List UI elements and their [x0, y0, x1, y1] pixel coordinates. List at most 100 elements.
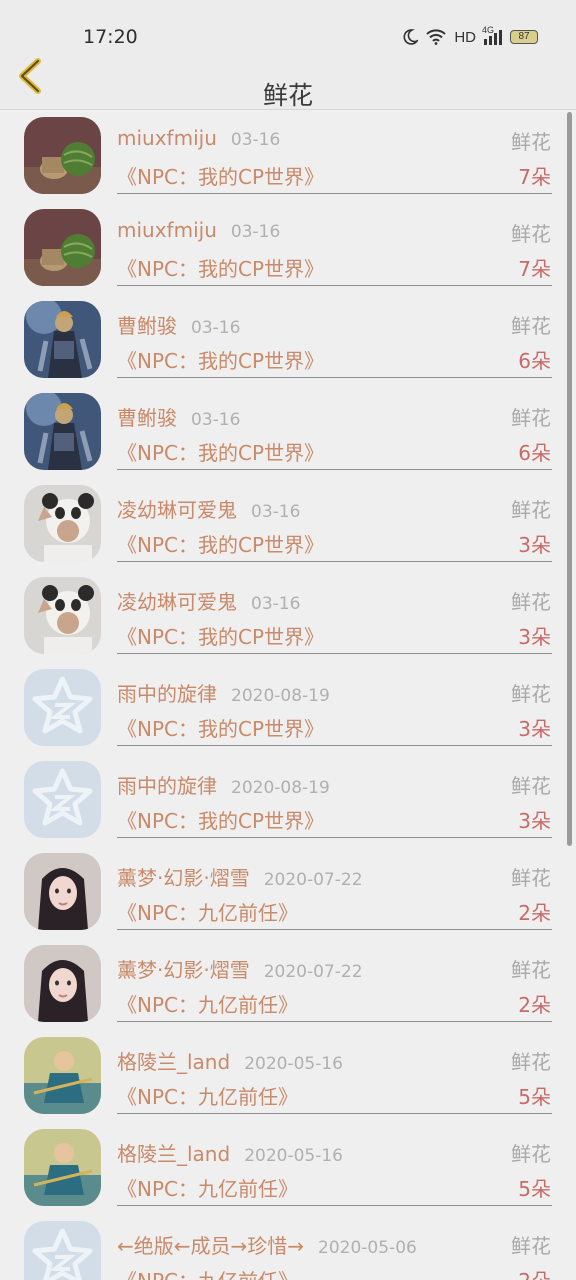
avatar-default[interactable] — [24, 669, 101, 746]
divider — [117, 929, 552, 930]
status-time: 17:20 — [83, 26, 138, 48]
game-title: 《NPC：我的CP世界》 — [117, 533, 325, 557]
sender-name[interactable]: miuxfmiju 03-16 — [117, 126, 280, 150]
sender-name[interactable]: 格陵兰_land 2020-05-16 — [117, 1138, 343, 1167]
game-title: 《NPC：九亿前任》 — [117, 901, 298, 925]
avatar-girl[interactable] — [24, 853, 101, 930]
sender-name[interactable]: 曹鲋骏 03-16 — [117, 310, 240, 339]
avatar-melon[interactable] — [24, 117, 101, 194]
page-title: 鲜花 — [262, 81, 313, 110]
divider — [117, 285, 552, 286]
game-title: 《NPC：我的CP世界》 — [117, 717, 325, 741]
avatar-girl[interactable] — [24, 945, 101, 1022]
sender-name[interactable]: 凌幼琳可爱鬼 03-16 — [117, 586, 300, 615]
sender-username[interactable]: 雨中的旋律 — [117, 682, 217, 706]
game-title: 《NPC：我的CP世界》 — [117, 257, 325, 281]
gift-date: 2020-07-22 — [263, 962, 363, 982]
sender-name[interactable]: 薰梦·幻影·熠雪 2020-07-22 — [117, 954, 363, 983]
gift-record-row[interactable]: 凌幼琳可爱鬼 03-16 鲜花 《NPC：我的CP世界》 3朵 — [0, 572, 576, 664]
wifi-icon — [426, 29, 447, 45]
sender-username[interactable]: 凌幼琳可爱鬼 — [117, 498, 237, 522]
gift-type: 鲜花 — [511, 866, 551, 890]
game-title: 《NPC：我的CP世界》 — [117, 165, 325, 189]
divider — [117, 377, 552, 378]
game-title: 《NPC：我的CP世界》 — [117, 349, 325, 373]
gift-type: 鲜花 — [511, 222, 551, 246]
sender-username[interactable]: miuxfmiju — [117, 126, 217, 150]
gift-record-row[interactable]: miuxfmiju 03-16 鲜花 《NPC：我的CP世界》 7朵 — [0, 204, 576, 296]
sender-username[interactable]: 格陵兰_land — [117, 1142, 230, 1166]
sender-username[interactable]: 格陵兰_land — [117, 1050, 230, 1074]
gift-record-row[interactable]: 薰梦·幻影·熠雪 2020-07-22 鲜花 《NPC：九亿前任》 2朵 — [0, 940, 576, 1032]
gift-type: 鲜花 — [511, 1234, 551, 1258]
sender-name[interactable]: 雨中的旋律 2020-08-19 — [117, 678, 330, 707]
sender-username[interactable]: 凌幼琳可爱鬼 — [117, 590, 237, 614]
gift-date: 03-16 — [191, 318, 241, 338]
avatar-warrior[interactable] — [24, 1037, 101, 1114]
gift-count: 3朵 — [518, 809, 551, 833]
gift-record-row[interactable]: 雨中的旋律 2020-08-19 鲜花 《NPC：我的CP世界》 3朵 — [0, 664, 576, 756]
signal-icon: 4G — [482, 25, 502, 45]
sender-username[interactable]: miuxfmiju — [117, 218, 217, 242]
avatar-default[interactable] — [24, 1221, 101, 1280]
gift-record-list[interactable]: miuxfmiju 03-16 鲜花 《NPC：我的CP世界》 7朵 miuxfm… — [0, 112, 576, 1280]
divider — [117, 653, 552, 654]
gift-date: 2020-08-19 — [231, 686, 330, 706]
sender-username[interactable]: 曹鲋骏 — [117, 314, 177, 338]
gift-count: 2朵 — [518, 901, 551, 925]
sender-username[interactable]: 薰梦·幻影·熠雪 — [117, 866, 250, 890]
gift-count: 6朵 — [518, 349, 551, 373]
gift-record-row[interactable]: 曹鲋骏 03-16 鲜花 《NPC：我的CP世界》 6朵 — [0, 388, 576, 480]
sender-username[interactable]: 薰梦·幻影·熠雪 — [117, 958, 250, 982]
gift-record-row[interactable]: 薰梦·幻影·熠雪 2020-07-22 鲜花 《NPC：九亿前任》 2朵 — [0, 848, 576, 940]
gift-type: 鲜花 — [511, 1142, 551, 1166]
avatar-melon[interactable] — [24, 209, 101, 286]
gift-type: 鲜花 — [511, 130, 551, 154]
avatar-knight[interactable] — [24, 301, 101, 378]
sender-name[interactable]: 格陵兰_land 2020-05-16 — [117, 1046, 343, 1075]
gift-record-row[interactable]: 曹鲋骏 03-16 鲜花 《NPC：我的CP世界》 6朵 — [0, 296, 576, 388]
avatar-knight[interactable] — [24, 393, 101, 470]
game-title: 《NPC：九亿前任》 — [117, 993, 298, 1017]
sender-username[interactable]: ←绝版←成员→珍惜→ — [117, 1234, 304, 1258]
divider — [117, 193, 552, 194]
avatar-warrior[interactable] — [24, 1129, 101, 1206]
game-title: 《NPC：我的CP世界》 — [117, 809, 325, 833]
sender-name[interactable]: 凌幼琳可爱鬼 03-16 — [117, 494, 300, 523]
gift-date: 2020-05-06 — [318, 1238, 417, 1258]
sender-username[interactable]: 曹鲋骏 — [117, 406, 177, 430]
battery-icon: 87 — [510, 30, 538, 44]
gift-count: 3朵 — [518, 625, 551, 649]
scrollbar[interactable] — [567, 112, 572, 846]
sender-name[interactable]: ←绝版←成员→珍惜→ 2020-05-06 — [117, 1230, 417, 1259]
game-title: 《NPC：九亿前任》 — [117, 1085, 298, 1109]
divider — [117, 469, 552, 470]
gift-record-row[interactable]: 凌幼琳可爱鬼 03-16 鲜花 《NPC：我的CP世界》 3朵 — [0, 480, 576, 572]
avatar-panda[interactable] — [24, 577, 101, 654]
status-bar: 17:20 HD 4G 87 — [0, 0, 576, 56]
sender-name[interactable]: 曹鲋骏 03-16 — [117, 402, 240, 431]
gift-record-row[interactable]: 格陵兰_land 2020-05-16 鲜花 《NPC：九亿前任》 5朵 — [0, 1124, 576, 1216]
avatar-panda[interactable] — [24, 485, 101, 562]
sender-name[interactable]: miuxfmiju 03-16 — [117, 218, 280, 242]
divider — [117, 1021, 552, 1022]
gift-record-row[interactable]: 格陵兰_land 2020-05-16 鲜花 《NPC：九亿前任》 5朵 — [0, 1032, 576, 1124]
gift-count: 5朵 — [518, 1085, 551, 1109]
gift-type: 鲜花 — [511, 682, 551, 706]
gift-type: 鲜花 — [511, 498, 551, 522]
header: 鲜花 — [0, 56, 576, 110]
gift-date: 2020-08-19 — [231, 778, 330, 798]
gift-date: 2020-05-16 — [244, 1146, 343, 1166]
gift-record-row[interactable]: ←绝版←成员→珍惜→ 2020-05-06 鲜花 《NPC：九亿前任》 2朵 — [0, 1216, 576, 1280]
sender-username[interactable]: 雨中的旋律 — [117, 774, 217, 798]
sender-name[interactable]: 薰梦·幻影·熠雪 2020-07-22 — [117, 862, 363, 891]
gift-record-row[interactable]: miuxfmiju 03-16 鲜花 《NPC：我的CP世界》 7朵 — [0, 112, 576, 204]
gift-record-row[interactable]: 雨中的旋律 2020-08-19 鲜花 《NPC：我的CP世界》 3朵 — [0, 756, 576, 848]
gift-type: 鲜花 — [511, 314, 551, 338]
gift-date: 2020-05-16 — [244, 1054, 343, 1074]
divider — [117, 561, 552, 562]
gift-count: 2朵 — [518, 1265, 551, 1280]
gift-count: 5朵 — [518, 1177, 551, 1201]
avatar-default[interactable] — [24, 761, 101, 838]
sender-name[interactable]: 雨中的旋律 2020-08-19 — [117, 770, 330, 799]
